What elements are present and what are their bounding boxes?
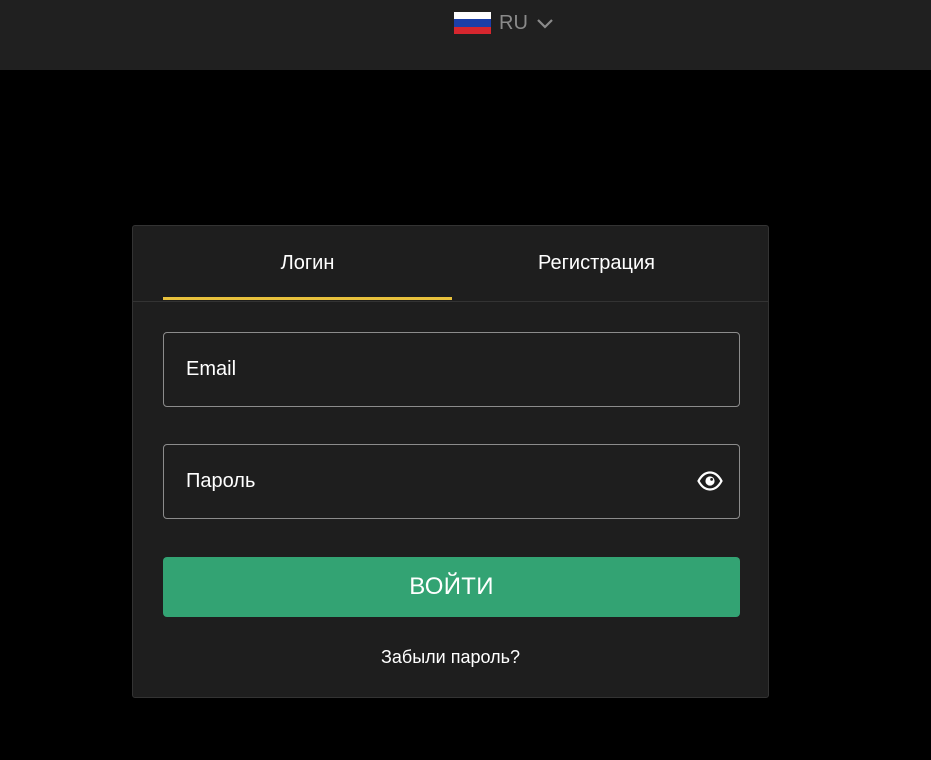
auth-tabs: Логин Регистрация bbox=[133, 226, 768, 302]
language-selector[interactable]: RU bbox=[454, 11, 554, 35]
login-button[interactable]: ВОЙТИ bbox=[163, 557, 740, 617]
login-card: Логин Регистрация ВОЙТИ Забыли пароль? bbox=[132, 225, 769, 698]
active-tab-indicator bbox=[163, 297, 452, 300]
email-input[interactable] bbox=[186, 333, 676, 406]
email-field[interactable] bbox=[163, 332, 740, 407]
forgot-password-link[interactable]: Забыли пароль? bbox=[133, 647, 768, 668]
password-input[interactable] bbox=[186, 445, 676, 518]
tab-login[interactable]: Логин bbox=[163, 226, 452, 301]
eye-icon[interactable] bbox=[697, 471, 723, 491]
password-field[interactable] bbox=[163, 444, 740, 519]
language-code: RU bbox=[499, 12, 528, 34]
top-bar: RU bbox=[0, 0, 931, 70]
chevron-down-icon bbox=[536, 17, 554, 29]
russia-flag-icon bbox=[454, 12, 491, 34]
tab-registration[interactable]: Регистрация bbox=[452, 226, 741, 301]
